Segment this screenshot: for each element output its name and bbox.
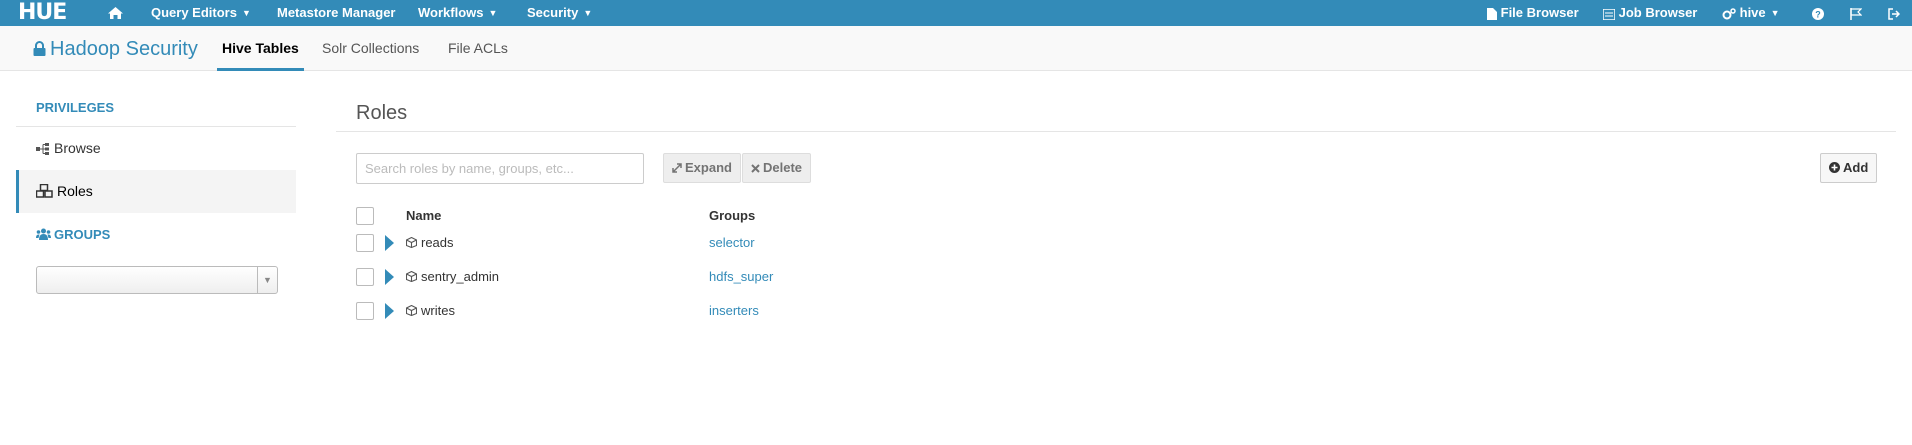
add-button[interactable]: Add bbox=[1820, 153, 1878, 183]
tab-file-acls[interactable]: File ACLs bbox=[443, 26, 513, 71]
role-name-text: reads bbox=[421, 235, 454, 250]
group-link[interactable]: selector bbox=[709, 235, 755, 250]
expand-row-icon[interactable] bbox=[385, 269, 394, 285]
expand-row-icon[interactable] bbox=[385, 235, 394, 251]
chevron-down-icon: ▼ bbox=[241, 8, 251, 18]
users-icon bbox=[36, 228, 51, 240]
chevron-down-icon: ▼ bbox=[488, 8, 498, 18]
sign-out-icon[interactable] bbox=[1888, 0, 1901, 26]
close-icon bbox=[751, 164, 760, 173]
title-divider bbox=[336, 131, 1896, 132]
chevron-down-icon: ▼ bbox=[583, 8, 593, 18]
nav-workflows[interactable]: Workflows ▼ bbox=[418, 0, 497, 26]
top-navbar: HUE Query Editors ▼ Metastore Manager Wor… bbox=[0, 0, 1912, 26]
nav-query-editors[interactable]: Query Editors ▼ bbox=[151, 0, 251, 26]
page-title: Roles bbox=[356, 102, 408, 124]
sidebar-item-browse[interactable]: Browse bbox=[16, 127, 296, 170]
cubes-icon bbox=[35, 183, 53, 198]
delete-label: Delete bbox=[763, 160, 803, 175]
app-brand-label: Hadoop Security bbox=[50, 38, 198, 60]
expand-button[interactable]: Expand bbox=[663, 153, 741, 183]
job-browser-link[interactable]: Job Browser bbox=[1602, 0, 1698, 26]
job-browser-label: Job Browser bbox=[1618, 5, 1698, 20]
hue-logo[interactable]: HUE bbox=[18, 0, 67, 26]
nav-workflows-label: Workflows bbox=[418, 5, 484, 20]
nav-security-label: Security bbox=[527, 5, 579, 20]
cube-icon bbox=[405, 270, 418, 283]
cube-icon bbox=[405, 236, 418, 249]
sub-navbar: Hadoop Security Hive Tables Solr Collect… bbox=[0, 26, 1912, 71]
column-header-name[interactable]: Name bbox=[406, 208, 441, 223]
svg-text:?: ? bbox=[1815, 10, 1821, 20]
row-checkbox[interactable] bbox=[356, 302, 374, 320]
tab-hive-tables[interactable]: Hive Tables bbox=[217, 26, 304, 71]
file-browser-label: File Browser bbox=[1500, 5, 1579, 20]
table-row-name: writes bbox=[405, 303, 455, 318]
role-name-text: writes bbox=[421, 303, 455, 318]
plus-circle-icon bbox=[1829, 162, 1840, 173]
column-header-groups[interactable]: Groups bbox=[709, 208, 755, 223]
row-checkbox[interactable] bbox=[356, 234, 374, 252]
groups-header-label: GROUPS bbox=[54, 227, 111, 242]
sidebar-item-label: Browse bbox=[54, 140, 101, 156]
lock-icon bbox=[33, 41, 46, 56]
select-all-checkbox[interactable] bbox=[356, 207, 374, 225]
cube-icon bbox=[405, 304, 418, 317]
home-icon[interactable] bbox=[107, 0, 124, 26]
role-name-text: sentry_admin bbox=[421, 269, 500, 284]
flag-icon[interactable] bbox=[1850, 0, 1863, 26]
nav-metastore-manager[interactable]: Metastore Manager bbox=[277, 0, 395, 26]
table-row-name: sentry_admin bbox=[405, 269, 500, 284]
help-icon[interactable]: ? bbox=[1812, 0, 1824, 26]
group-link[interactable]: inserters bbox=[709, 303, 759, 318]
nav-security[interactable]: Security ▼ bbox=[527, 0, 592, 26]
expand-label: Expand bbox=[685, 160, 732, 175]
table-row-name: reads bbox=[405, 235, 454, 250]
row-checkbox[interactable] bbox=[356, 268, 374, 286]
file-icon bbox=[1487, 8, 1497, 20]
tab-solr-collections[interactable]: Solr Collections bbox=[317, 26, 424, 71]
sidebar-item-roles[interactable]: Roles bbox=[16, 170, 296, 213]
file-browser-link[interactable]: File Browser bbox=[1487, 0, 1579, 26]
list-icon bbox=[1602, 8, 1616, 21]
privileges-header: PRIVILEGES bbox=[36, 100, 115, 115]
user-menu[interactable]: hive ▼ bbox=[1722, 0, 1780, 26]
sitemap-icon bbox=[36, 143, 49, 155]
chevron-down-icon: ▼ bbox=[1770, 8, 1780, 18]
chevron-down-icon: ▼ bbox=[257, 267, 277, 293]
group-link[interactable]: hdfs_super bbox=[709, 269, 773, 284]
expand-icon bbox=[672, 163, 682, 173]
cogs-icon bbox=[1722, 8, 1736, 20]
search-input[interactable] bbox=[356, 153, 644, 184]
sidebar-item-label: Roles bbox=[57, 183, 93, 199]
expand-row-icon[interactable] bbox=[385, 303, 394, 319]
user-label: hive bbox=[1739, 5, 1766, 20]
delete-button[interactable]: Delete bbox=[742, 153, 812, 183]
app-brand[interactable]: Hadoop Security bbox=[33, 38, 198, 61]
group-select[interactable]: ▼ bbox=[36, 266, 278, 294]
add-label: Add bbox=[1843, 160, 1869, 175]
groups-header: GROUPS bbox=[36, 227, 110, 242]
nav-query-editors-label: Query Editors bbox=[151, 5, 237, 20]
